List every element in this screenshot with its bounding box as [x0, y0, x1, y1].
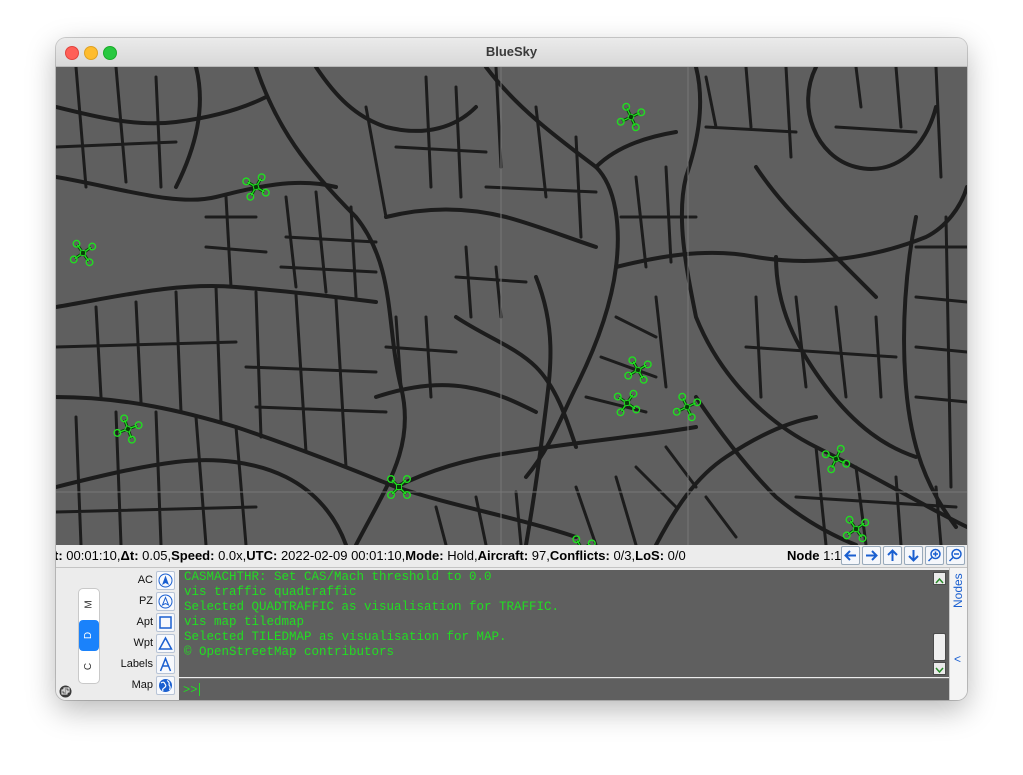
los-value: 0/0 — [667, 548, 686, 563]
command-line[interactable]: >> — [179, 678, 949, 700]
pan-left-button[interactable] — [841, 546, 860, 565]
quadcopter-aircraft-icon[interactable] — [613, 389, 641, 417]
toggle-labels-button[interactable] — [156, 655, 175, 674]
dt-label: Δt: — [120, 548, 139, 563]
nodes-panel-label[interactable]: Nodes — [951, 573, 965, 608]
label-letter-icon — [159, 657, 172, 672]
toggle-map-label: Map — [131, 679, 153, 691]
speed-value: 0.0x — [218, 548, 243, 563]
aircraft-count-value: 97 — [531, 548, 547, 563]
toggle-waypoint-button[interactable] — [156, 634, 175, 653]
toggle-labels-row: Labels — [118, 654, 176, 674]
toggle-airport-label: Apt — [136, 616, 153, 628]
node-indicator: Node 1:1 — [787, 548, 841, 563]
console-scrollbar[interactable] — [933, 572, 947, 676]
aircraft-count-label: Aircraft: — [477, 548, 529, 563]
arrow-up-icon — [887, 549, 898, 561]
toggle-pz-button[interactable] — [156, 592, 175, 611]
detach-window-icon[interactable] — [59, 685, 72, 698]
toggle-aircraft-row: AC — [118, 570, 176, 590]
tab-c[interactable]: C — [79, 651, 99, 682]
toggle-airport-row: Apt — [118, 612, 176, 632]
aircraft-symbol-icon — [158, 573, 173, 588]
scroll-thumb[interactable] — [933, 633, 946, 661]
window-title: BlueSky — [485, 44, 538, 59]
node-label: Node — [787, 548, 820, 563]
zoom-in-button[interactable] — [925, 546, 944, 565]
console-line: © OpenStreetMap contributors — [184, 645, 395, 659]
protected-zone-icon — [158, 594, 173, 609]
utc-label: UTC: — [246, 548, 278, 563]
nodes-panel-toggle[interactable]: < — [954, 652, 961, 666]
bottom-panel: M D C AC PZ Apt Wpt Labels Map CASMACHTH… — [56, 568, 967, 700]
side-tab-bar: M D C — [78, 588, 100, 684]
chevron-up-icon — [935, 577, 944, 584]
console-line: vis traffic quadtraffic — [184, 585, 357, 599]
toggle-pz-label: PZ — [138, 595, 153, 607]
pan-up-button[interactable] — [883, 546, 902, 565]
street-map-canvas[interactable] — [56, 67, 967, 545]
arrow-down-icon — [908, 550, 919, 562]
node-value: 1:1 — [823, 548, 842, 563]
tab-m-label: M — [83, 600, 95, 609]
arrow-right-icon — [866, 550, 878, 561]
toggle-airport-button[interactable] — [156, 613, 175, 632]
toggle-aircraft-label: AC — [137, 574, 153, 586]
time-label: t: — [56, 548, 63, 563]
toggle-waypoint-label: Wpt — [133, 637, 153, 649]
nodes-panel: Nodes < — [949, 568, 967, 700]
tab-d[interactable]: D — [79, 620, 99, 651]
toggle-labels-label: Labels — [120, 658, 153, 670]
console-line: CASMACHTHR: Set CAS/Mach threshold to 0.… — [184, 570, 492, 584]
quadcopter-aircraft-icon[interactable] — [69, 239, 97, 267]
command-input[interactable] — [201, 681, 945, 699]
zoom-out-icon — [948, 548, 962, 562]
conflicts-value: 0/3 — [613, 548, 632, 563]
conflicts-label: Conflicts: — [549, 548, 610, 563]
speed-label: Speed: — [171, 548, 215, 563]
console-lines: CASMACHTHR: Set CAS/Mach threshold to 0.… — [184, 570, 924, 660]
text-cursor — [199, 683, 200, 696]
tab-d-label: D — [83, 631, 95, 640]
toggle-aircraft-button[interactable] — [156, 571, 175, 590]
radar-map[interactable] — [56, 67, 967, 545]
los-label: LoS: — [635, 548, 665, 563]
scroll-down-button[interactable] — [933, 662, 946, 675]
globe-icon — [159, 679, 172, 692]
scroll-up-button[interactable] — [933, 572, 946, 585]
title-bar: BlueSky — [56, 38, 967, 67]
toggle-waypoint-row: Wpt — [118, 633, 176, 653]
console-line: Selected TILEDMAP as visualisation for M… — [184, 630, 507, 644]
command-prompt: >> — [183, 683, 198, 697]
airport-square-icon — [159, 616, 172, 629]
console-line: Selected QUADTRAFFIC as visualisation fo… — [184, 600, 560, 614]
zoom-in-icon — [927, 548, 941, 562]
utc-value: 2022-02-09 00:01:10 — [280, 548, 402, 563]
tab-m[interactable]: M — [79, 589, 99, 620]
mode-label: Mode: — [405, 548, 444, 563]
tab-c-label: C — [83, 662, 95, 671]
toggle-pz-row: PZ — [118, 591, 176, 611]
waypoint-triangle-icon — [158, 636, 173, 650]
quadcopter-aircraft-icon[interactable] — [624, 356, 652, 384]
arrow-left-icon — [844, 550, 856, 561]
simulation-status: t: 00:01:10,Δt: 0.05,Speed: 0.0x,UTC: 20… — [56, 548, 686, 563]
app-window: BlueSky: 00:01:10,Δt: 0.05,Speed: 0.0x,… — [56, 38, 967, 700]
toggle-map-row: Map — [118, 675, 176, 695]
pan-right-button[interactable] — [862, 546, 881, 565]
mode-value: Hold — [447, 548, 474, 563]
console-output[interactable]: CASMACHTHR: Set CAS/Mach threshold to 0.… — [179, 570, 949, 677]
quadcopter-aircraft-icon[interactable] — [616, 102, 646, 132]
zoom-out-button[interactable] — [946, 546, 965, 565]
console-line: vis map tiledmap — [184, 615, 305, 629]
status-bar: t: 00:01:10,Δt: 0.05,Speed: 0.0x,UTC: 20… — [56, 545, 967, 568]
dt-value: 0.05 — [142, 548, 168, 563]
toggle-map-button[interactable] — [156, 676, 175, 695]
quadcopter-aircraft-icon[interactable] — [821, 444, 851, 474]
pan-down-button[interactable] — [904, 546, 923, 565]
time-value: 00:01:10 — [66, 548, 117, 563]
road-network — [56, 67, 967, 545]
chevron-down-icon — [935, 667, 944, 674]
